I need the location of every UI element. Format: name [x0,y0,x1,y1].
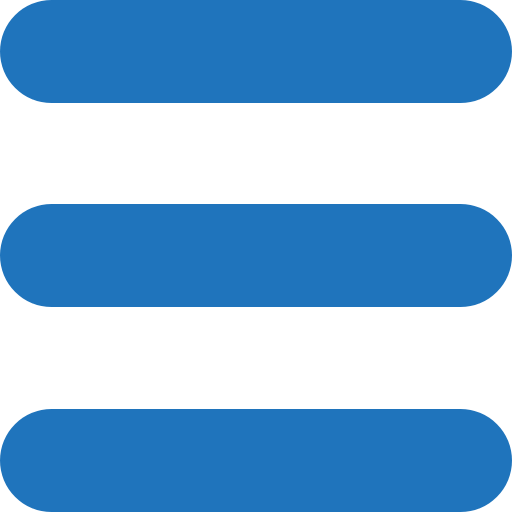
hamburger-bar-bottom [0,409,512,512]
menu-button[interactable] [0,0,512,512]
hamburger-bar-top [0,0,512,103]
hamburger-menu-icon[interactable] [0,0,512,512]
hamburger-bar-middle [0,204,512,307]
